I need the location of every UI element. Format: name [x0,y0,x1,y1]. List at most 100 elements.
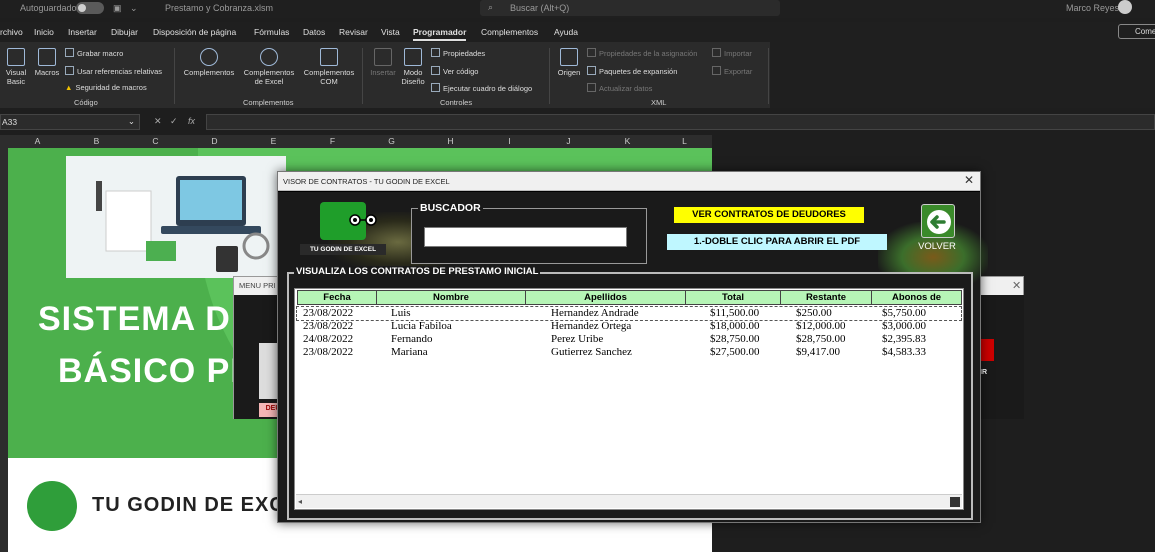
menu-inicio[interactable]: Inicio [34,27,54,37]
ver-deudores-button[interactable]: VER CONTRATOS DE DEUDORES [674,207,864,223]
avatar[interactable] [1118,0,1132,14]
column-header-c[interactable]: C [126,136,185,146]
menu-formulas[interactable]: Fórmulas [254,27,289,37]
complementos-excel-button[interactable]: Complementos de Excel [240,48,298,86]
column-header-k[interactable]: K [598,136,657,146]
menu-vista[interactable]: Vista [381,27,400,37]
search-input[interactable] [424,227,627,247]
search-input[interactable]: ⌕ Buscar (Alt+Q) [480,0,780,16]
comments-button[interactable]: Come [1118,24,1155,39]
column-header-total[interactable]: Total [685,290,781,305]
column-header-a[interactable]: A [8,136,67,146]
formula-input[interactable] [206,114,1155,130]
column-header-b[interactable]: B [67,136,126,146]
complementos-button[interactable]: Complementos [180,48,238,78]
menu-ayuda[interactable]: Ayuda [554,27,578,37]
usar-referencias-button[interactable]: Usar referencias relativas [65,66,162,76]
column-header-l[interactable]: L [657,136,712,146]
table-row[interactable]: 23/08/2022 Luis Hernandez Andrade $11,50… [296,306,962,321]
menu-dibujar[interactable]: Dibujar [111,27,138,37]
column-header-restante[interactable]: Restante [780,290,872,305]
contract-viewer-dialog: VISOR DE CONTRATOS - TU GODIN DE EXCEL ✕… [277,171,988,523]
origen-button[interactable]: Origen [555,48,583,78]
menu-revisar[interactable]: Revisar [339,27,368,37]
chevron-down-icon[interactable]: ⌄ [128,116,135,127]
column-header-abonos[interactable]: Abonos de [871,290,962,305]
grabar-macro-button[interactable]: Grabar macro [65,48,123,58]
actualizar-datos-button[interactable]: Actualizar datos [587,83,652,93]
propiedades-button[interactable]: Propiedades [431,48,485,58]
autosave-toggle[interactable] [76,2,104,14]
name-box[interactable]: A33 ⌄ [0,114,140,130]
column-header-nombre[interactable]: Nombre [376,290,526,305]
complementos-com-button[interactable]: Complementos COM [300,48,358,86]
close-icon[interactable]: ✕ [964,173,974,187]
volver-button[interactable]: VOLVER [914,202,956,254]
insertar-control-button[interactable]: Insertar [368,48,398,78]
horizontal-scrollbar[interactable]: ◂ [296,494,962,508]
group-label-controles: Controles [440,98,473,107]
buscador-label: BUSCADOR [418,202,483,214]
column-header-fecha[interactable]: Fecha [297,290,377,305]
menu-disposicion[interactable]: Disposición de página [153,27,236,37]
undo-icon[interactable]: ⌄ [130,3,138,14]
column-header-j[interactable]: J [539,136,598,146]
column-header-apellidos[interactable]: Apellidos [525,290,686,305]
modo-diseno-button[interactable]: Modo Diseño [400,48,426,86]
column-header-d[interactable]: D [185,136,244,146]
macros-button[interactable]: Macros [32,48,62,78]
record-icon [65,48,74,57]
menu-archivo[interactable]: rchivo [0,27,23,37]
cell-restante: $250.00 [796,307,832,319]
macros-label: Macros [34,68,60,77]
menu-datos[interactable]: Datos [303,27,325,37]
menu-programador[interactable]: Programador [413,27,467,41]
column-header-h[interactable]: H [421,136,480,146]
column-header-i[interactable]: I [480,136,539,146]
dialog-icon [431,83,440,92]
cancel-icon[interactable]: ✕ [154,116,162,127]
close-icon[interactable]: ✕ [1012,279,1021,292]
ejecutar-cuadro-button[interactable]: Ejecutar cuadro de diálogo [431,83,532,93]
ver-codigo-button[interactable]: Ver código [431,66,478,76]
grabar-macro-label: Grabar macro [77,49,124,58]
visual-basic-button[interactable]: Visual Basic [3,48,29,86]
table-row[interactable]: 23/08/2022 Mariana Gutierrez Sanchez $27… [297,346,961,359]
function-icon[interactable]: fx [188,116,195,126]
table-row[interactable]: 24/08/2022 Fernando Perez Uribe $28,750.… [297,333,961,346]
menu-insertar[interactable]: Insertar [68,27,97,37]
autosave-label: Autoguardado [20,3,77,13]
cell-nombre: Fernando [391,333,433,345]
row-headers[interactable] [0,148,8,552]
column-header-g[interactable]: G [362,136,421,146]
scroll-left-icon[interactable]: ◂ [298,497,302,506]
table-row[interactable]: 23/08/2022 Lucia Fabiloa Hernandez Orteg… [297,320,961,333]
sheet-title-line1: SISTEMA DI [38,300,242,338]
exportar-button[interactable]: Exportar [712,66,752,76]
cell-restante: $9,417.00 [796,346,840,358]
warning-icon: ▲ [65,83,73,92]
modo-diseno-label: Modo Diseño [401,68,425,86]
save-icon[interactable]: ▣ [113,3,122,14]
paquetes-expansion-button[interactable]: Paquetes de expansión [587,66,677,76]
cell-fecha: 24/08/2022 [303,333,354,345]
user-name[interactable]: Marco Reyes [1066,3,1119,13]
seguridad-macros-button[interactable]: ▲ Seguridad de macros [65,83,147,92]
column-header-f[interactable]: F [303,136,362,146]
importar-button[interactable]: Importar [712,48,752,58]
xml-source-icon [560,48,578,66]
abrir-pdf-button[interactable]: 1.-DOBLE CLIC PARA ABRIR EL PDF [667,234,887,250]
cell-fecha: 23/08/2022 [303,320,354,332]
finance-illustration [66,156,286,278]
check-icon[interactable]: ✓ [170,116,178,127]
complementos-com-label: Complementos COM [303,68,355,86]
logo-text: TU GODIN DE EXCEL [300,244,386,255]
menu-complementos[interactable]: Complementos [481,27,538,37]
propiedades-asignacion-button[interactable]: Propiedades de la asignación [587,48,697,58]
column-header-e[interactable]: E [244,136,303,146]
exit-label[interactable]: IR [980,369,987,376]
group-label-complementos: Complementos [243,98,294,107]
contracts-listbox[interactable]: Fecha Nombre Apellidos Total Restante Ab… [294,288,964,510]
cell-apellidos: Hernandez Andrade [551,307,639,319]
scroll-right-icon[interactable] [950,497,960,507]
